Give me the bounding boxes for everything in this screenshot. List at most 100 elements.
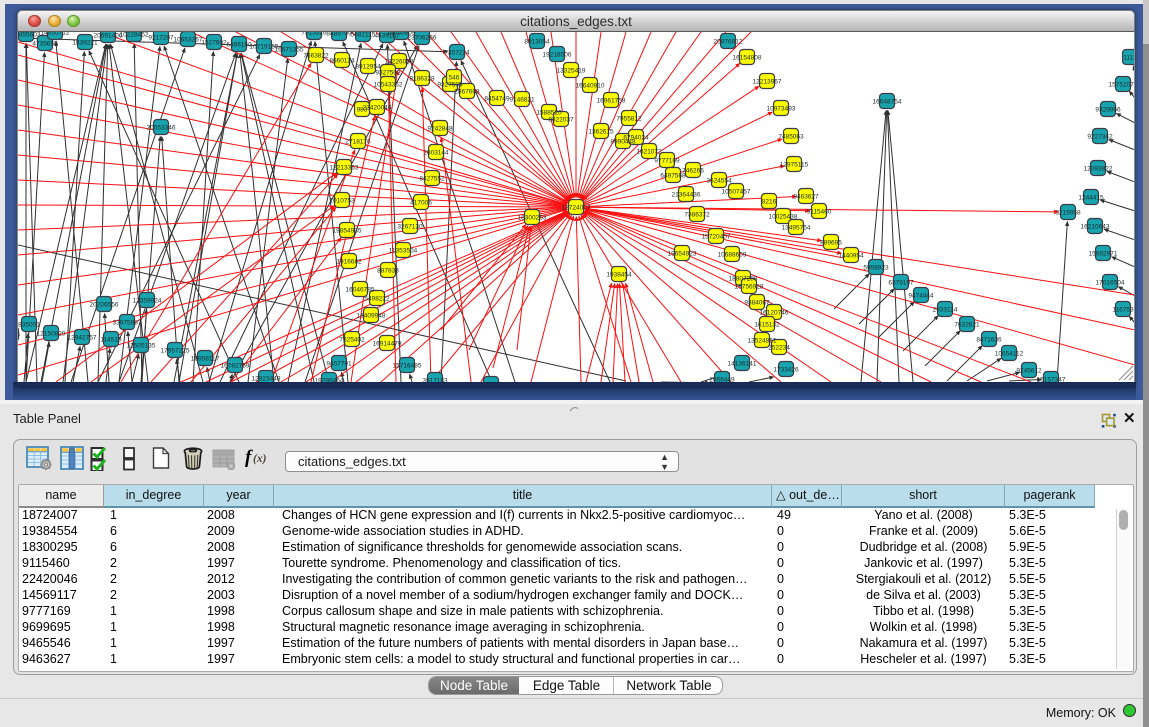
svg-text:19854935: 19854935 <box>333 228 362 235</box>
svg-text:7955812: 7955812 <box>616 116 642 123</box>
svg-text:15157347: 15157347 <box>1037 377 1066 383</box>
svg-text:8489709: 8489709 <box>326 32 352 38</box>
svg-text:9329966: 9329966 <box>1095 107 1121 114</box>
svg-text:5958923: 5958923 <box>863 265 889 272</box>
svg-text:10025438: 10025438 <box>769 214 798 221</box>
svg-text:1112: 1112 <box>1123 55 1135 62</box>
svg-text:1527602: 1527602 <box>201 40 227 47</box>
svg-text:14055712: 14055712 <box>41 32 70 37</box>
svg-text:116753: 116753 <box>1112 307 1134 314</box>
svg-text:16671355: 16671355 <box>275 47 304 54</box>
svg-text:16154808: 16154808 <box>733 55 762 62</box>
svg-text:16958117: 16958117 <box>191 356 220 363</box>
svg-text:9777169: 9777169 <box>654 158 680 165</box>
svg-text:8454749: 8454749 <box>484 96 510 103</box>
svg-text:18807289: 18807289 <box>729 276 758 283</box>
svg-text:23420046: 23420046 <box>363 105 392 112</box>
svg-text:16046785: 16046785 <box>346 287 375 294</box>
svg-text:2718176: 2718176 <box>345 139 371 146</box>
svg-text:8813054: 8813054 <box>524 39 550 46</box>
svg-text:9242848: 9242848 <box>427 126 453 133</box>
svg-text:1621072: 1621072 <box>636 149 662 156</box>
svg-text:7386372: 7386372 <box>684 212 710 219</box>
svg-text:3917183: 3917183 <box>422 378 448 383</box>
svg-text:9245612: 9245612 <box>1016 368 1042 375</box>
svg-text:12213363: 12213363 <box>330 165 359 172</box>
svg-text:12975115: 12975115 <box>780 162 809 169</box>
svg-text:13226058: 13226058 <box>385 59 414 66</box>
svg-text:15751074: 15751074 <box>1109 82 1135 89</box>
svg-text:16782759: 16782759 <box>221 363 250 370</box>
svg-text:6379197: 6379197 <box>888 280 914 287</box>
svg-text:252234: 252234 <box>768 345 790 352</box>
svg-text:16120746: 16120746 <box>760 310 789 317</box>
svg-text:10688609: 10688609 <box>718 252 747 259</box>
svg-text:7632621: 7632621 <box>954 322 980 329</box>
svg-text:2933114: 2933114 <box>933 307 958 314</box>
svg-text:12150829: 12150829 <box>37 331 66 338</box>
svg-text:15716485: 15716485 <box>393 363 422 370</box>
svg-text:13524851: 13524851 <box>748 338 777 345</box>
svg-text:39155: 39155 <box>18 332 20 339</box>
svg-text:8471636: 8471636 <box>976 337 1002 344</box>
svg-text:1440954: 1440954 <box>838 253 864 260</box>
svg-text:5498222: 5498222 <box>364 296 390 303</box>
svg-text:12093822: 12093822 <box>1084 166 1113 173</box>
svg-text:(x): (x) <box>253 453 267 465</box>
svg-text:1733426: 1733426 <box>773 367 799 374</box>
svg-text:1010753: 1010753 <box>329 198 355 205</box>
svg-text:417006: 417006 <box>410 200 432 207</box>
svg-text:114513: 114513 <box>100 337 122 344</box>
svg-text:8427552: 8427552 <box>419 176 445 183</box>
svg-text:19218506: 19218506 <box>543 52 572 59</box>
svg-text:9217207: 9217207 <box>148 35 174 42</box>
svg-text:20813640: 20813640 <box>477 382 506 383</box>
svg-text:16914479: 16914479 <box>373 341 402 348</box>
svg-text:4735650: 4735650 <box>32 41 58 48</box>
svg-text:1938454: 1938454 <box>606 272 632 279</box>
svg-text:16210643: 16210643 <box>1081 224 1110 231</box>
svg-text:6466160: 6466160 <box>226 42 252 49</box>
svg-text:3267130: 3267130 <box>397 224 423 231</box>
svg-text:19299464: 19299464 <box>315 378 344 383</box>
svg-text:21364436: 21364436 <box>672 192 701 199</box>
svg-text:17016504: 17016504 <box>1096 280 1125 287</box>
svg-text:3215958: 3215958 <box>1055 210 1081 217</box>
svg-text:10654112: 10654112 <box>995 351 1024 358</box>
svg-text:18300253: 18300253 <box>518 215 547 222</box>
svg-text:9146821: 9146821 <box>509 97 535 104</box>
svg-text:22455603: 22455603 <box>18 32 41 39</box>
svg-text:835001: 835001 <box>18 322 40 329</box>
svg-text:16409948: 16409948 <box>357 313 386 320</box>
svg-text:12942757: 12942757 <box>68 335 97 342</box>
svg-text:5682115: 5682115 <box>351 32 376 39</box>
svg-text:9327503: 9327503 <box>375 70 401 77</box>
svg-text:10973493: 10973493 <box>767 106 796 113</box>
svg-text:23706266: 23706266 <box>408 35 437 42</box>
svg-text:6497568: 6497568 <box>660 173 686 180</box>
svg-text:9115460: 9115460 <box>807 209 832 216</box>
svg-text:7663822: 7663822 <box>303 53 329 60</box>
svg-text:13325419: 13325419 <box>557 68 586 75</box>
svg-text:1244415: 1244415 <box>1078 195 1104 202</box>
svg-text:2066449: 2066449 <box>709 377 735 383</box>
svg-text:16640910: 16640910 <box>576 83 605 90</box>
svg-text:9474444: 9474444 <box>908 293 934 300</box>
svg-text:15692971: 15692971 <box>1089 251 1118 258</box>
svg-text:12505135: 12505135 <box>127 343 156 350</box>
svg-text:9327505: 9327505 <box>437 82 463 89</box>
svg-text:8186328: 8186328 <box>409 76 435 83</box>
svg-text:2803144: 2803144 <box>423 150 449 157</box>
svg-text:12213967: 12213967 <box>753 79 782 86</box>
svg-text:1588520: 1588520 <box>536 110 562 117</box>
svg-text:19654923: 19654923 <box>668 251 697 258</box>
svg-text:18724007: 18724007 <box>562 205 591 212</box>
svg-text:f: f <box>245 447 253 468</box>
svg-text:1839221: 1839221 <box>72 40 98 47</box>
svg-text:2867608: 2867608 <box>454 89 480 96</box>
svg-text:10507457: 10507457 <box>722 189 751 196</box>
svg-text:10653267: 10653267 <box>174 37 203 44</box>
svg-text:33975887: 33975887 <box>113 320 142 327</box>
svg-text:20206556: 20206556 <box>90 302 119 309</box>
svg-text:19756928: 19756928 <box>735 284 764 291</box>
